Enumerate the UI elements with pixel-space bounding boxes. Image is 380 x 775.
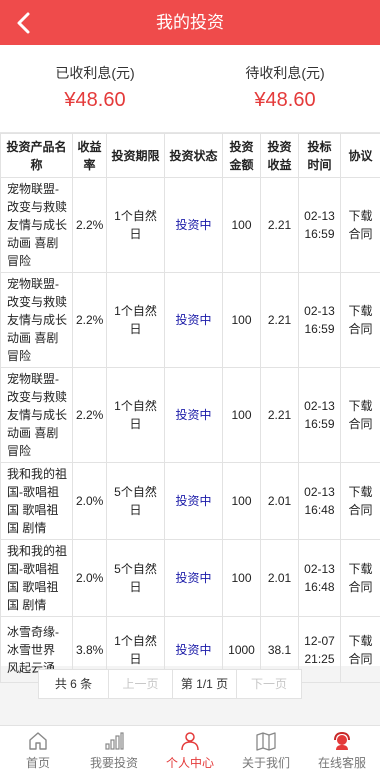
investment-table-container: 投资产品名称 收益率 投资期限 投资状态 投资金额 投资收益 投标时间 协议 宠… — [0, 133, 380, 683]
amount: 100 — [222, 272, 261, 368]
received-interest-value: ¥48.60 — [64, 89, 126, 111]
bottom-tab-bar: 首页 我要投资 个人中心 关于我们 在线客服 — [0, 725, 380, 775]
income: 2.21 — [260, 367, 299, 463]
pagination-current: 第 1/1 页 — [173, 670, 237, 698]
download-contract-link[interactable]: 下载合同 — [340, 616, 380, 683]
term: 5个自然日 — [106, 462, 165, 540]
tab-about[interactable]: 关于我们 — [228, 726, 304, 775]
received-interest-label: 已收利息(元) — [55, 65, 135, 81]
tab-invest[interactable]: 我要投资 — [76, 726, 152, 775]
header-income: 投资收益 — [260, 133, 299, 178]
product-name: 我和我的祖国-歌唱祖国 歌唱祖国 剧情 — [0, 539, 73, 617]
time: 02-13 16:59 — [298, 177, 341, 273]
rate: 2.2% — [72, 367, 107, 463]
status: 投资中 — [164, 539, 223, 617]
status: 投资中 — [164, 367, 223, 463]
tab-home[interactable]: 首页 — [0, 726, 76, 775]
amount: 100 — [222, 177, 261, 273]
header-term: 投资期限 — [106, 133, 165, 178]
download-contract-link[interactable]: 下载合同 — [340, 539, 380, 617]
user-icon — [181, 732, 199, 751]
term: 5个自然日 — [106, 539, 165, 617]
table-header-row: 投资产品名称 收益率 投资期限 投资状态 投资金额 投资收益 投标时间 协议 — [0, 133, 380, 178]
support-icon — [334, 731, 350, 750]
pagination: 共 6 条 上一页 第 1/1 页 下一页 — [38, 669, 302, 699]
home-icon — [29, 732, 47, 750]
tab-online-service[interactable]: 在线客服 — [304, 726, 380, 775]
pending-interest-value: ¥48.60 — [254, 89, 316, 111]
header-product-name: 投资产品名称 — [0, 133, 73, 178]
time: 12-07 21:25 — [298, 616, 341, 683]
product-name: 宠物联盟-改变与救赎 友情与成长 动画 喜剧 冒险 — [0, 272, 73, 368]
table-row: 宠物联盟-改变与救赎 友情与成长 动画 喜剧 冒险 2.2% 1个自然日 投资中… — [0, 177, 380, 273]
rate: 2.0% — [72, 539, 107, 617]
status: 投资中 — [164, 177, 223, 273]
download-contract-link[interactable]: 下载合同 — [340, 177, 380, 273]
rate: 2.0% — [72, 462, 107, 540]
table-row: 宠物联盟-改变与救赎 友情与成长 动画 喜剧 冒险 2.2% 1个自然日 投资中… — [0, 367, 380, 463]
product-name: 宠物联盟-改变与救赎 友情与成长 动画 喜剧 冒险 — [0, 177, 73, 273]
tab-personal-center-label: 个人中心 — [165, 756, 214, 770]
term: 1个自然日 — [106, 272, 165, 368]
interest-summary: 已收利息(元) ¥48.60 待收利息(元) ¥48.60 — [0, 45, 380, 133]
pending-interest: 待收利息(元) ¥48.60 — [190, 63, 380, 112]
header-time: 投标时间 — [298, 133, 341, 178]
amount: 100 — [222, 462, 261, 540]
tab-home-label: 首页 — [25, 756, 50, 770]
header-amount: 投资金额 — [222, 133, 261, 178]
header-status: 投资状态 — [164, 133, 223, 178]
status: 投资中 — [164, 462, 223, 540]
tab-online-service-label: 在线客服 — [317, 756, 366, 770]
download-contract-link[interactable]: 下载合同 — [340, 272, 380, 368]
rate: 2.2% — [72, 272, 107, 368]
pagination-total: 共 6 条 — [39, 670, 109, 698]
tab-invest-label: 我要投资 — [89, 756, 138, 770]
next-page-button[interactable]: 下一页 — [237, 670, 301, 698]
download-contract-link[interactable]: 下载合同 — [340, 462, 380, 540]
rate: 2.2% — [72, 177, 107, 273]
time: 02-13 16:59 — [298, 272, 341, 368]
tab-personal-center[interactable]: 个人中心 — [152, 726, 228, 775]
tab-about-label: 关于我们 — [241, 756, 290, 770]
header-rate: 收益率 — [72, 133, 107, 178]
time: 02-13 16:48 — [298, 462, 341, 540]
income: 2.01 — [260, 462, 299, 540]
pending-interest-label: 待收利息(元) — [245, 65, 325, 81]
download-contract-link[interactable]: 下载合同 — [340, 367, 380, 463]
header-bar: 我的投资 — [0, 0, 380, 45]
map-icon — [256, 732, 276, 751]
term: 1个自然日 — [106, 177, 165, 273]
product-name: 我和我的祖国-歌唱祖国 歌唱祖国 剧情 — [0, 462, 73, 540]
header-agreement: 协议 — [340, 133, 380, 178]
table-row: 我和我的祖国-歌唱祖国 歌唱祖国 剧情 2.0% 5个自然日 投资中 100 2… — [0, 462, 380, 540]
status: 投资中 — [164, 272, 223, 368]
income: 2.21 — [260, 272, 299, 368]
income: 2.01 — [260, 539, 299, 617]
table-row: 我和我的祖国-歌唱祖国 歌唱祖国 剧情 2.0% 5个自然日 投资中 100 2… — [0, 539, 380, 617]
page-title: 我的投资 — [156, 13, 224, 32]
received-interest: 已收利息(元) ¥48.60 — [0, 63, 190, 112]
investment-table: 投资产品名称 收益率 投资期限 投资状态 投资金额 投资收益 投标时间 协议 宠… — [0, 133, 380, 683]
table-row: 宠物联盟-改变与救赎 友情与成长 动画 喜剧 冒险 2.2% 1个自然日 投资中… — [0, 272, 380, 368]
bar-chart-icon — [105, 732, 124, 750]
income: 2.21 — [260, 177, 299, 273]
product-name: 宠物联盟-改变与救赎 友情与成长 动画 喜剧 冒险 — [0, 367, 73, 463]
time: 02-13 16:59 — [298, 367, 341, 463]
time: 02-13 16:48 — [298, 539, 341, 617]
amount: 100 — [222, 539, 261, 617]
amount: 100 — [222, 367, 261, 463]
prev-page-button[interactable]: 上一页 — [109, 670, 173, 698]
term: 1个自然日 — [106, 367, 165, 463]
